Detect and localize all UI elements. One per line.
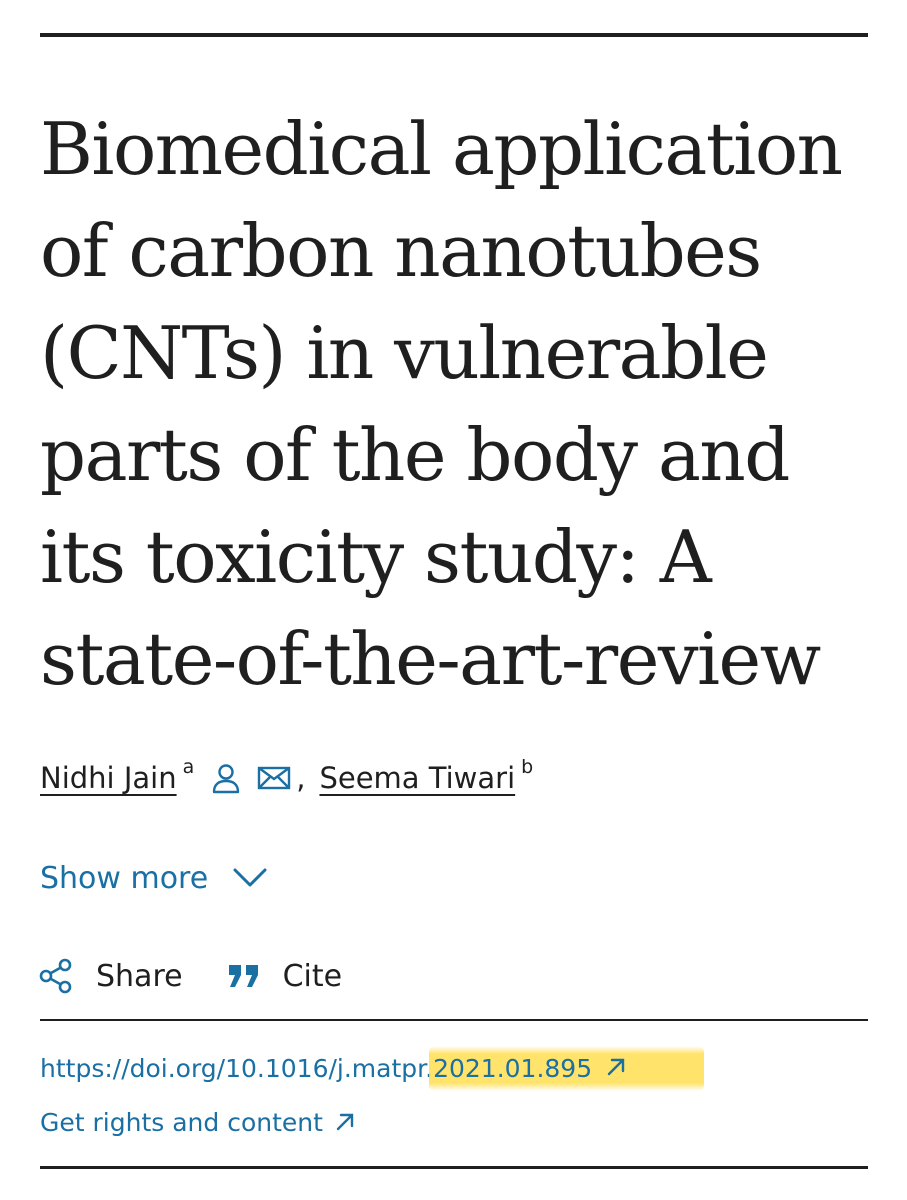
arrow-up-right-icon (335, 1112, 355, 1132)
bottom-divider (40, 1166, 868, 1169)
article-title: Biomedical application of carbon nanotub… (40, 107, 843, 701)
author-affiliation-b: b (521, 756, 534, 778)
envelope-icon[interactable] (254, 756, 294, 800)
get-rights-link[interactable]: Get rights and content (40, 1100, 355, 1144)
author-list: Nidhi Jain a , Seema Tiwari b (40, 756, 533, 800)
doi-highlight: 2021.01.895 (429, 1045, 705, 1091)
middle-divider (40, 1019, 868, 1021)
doi-link[interactable]: https://doi.org/10.1016/j.matpr. 2021.01… (40, 1045, 705, 1091)
author-affiliation-a: a (182, 756, 195, 778)
author-link-seema-tiwari[interactable]: Seema Tiwari (319, 756, 515, 800)
arrow-up-right-icon (606, 1057, 626, 1077)
get-rights-label: Get rights and content (40, 1107, 323, 1137)
doi-highlighted-text: 2021.01.895 (433, 1053, 593, 1083)
cite-label: Cite (282, 958, 343, 994)
article-actions: Share Cite (38, 952, 342, 1000)
share-label: Share (96, 958, 183, 994)
cite-button[interactable]: Cite (227, 958, 343, 994)
show-more-label: Show more (40, 860, 209, 896)
doi-prefix: https://doi.org/10.1016/j.matpr. (40, 1053, 434, 1083)
share-icon (38, 958, 74, 994)
show-more-button[interactable]: Show more (40, 856, 268, 900)
chevron-down-icon (232, 867, 268, 889)
share-button[interactable]: Share (38, 958, 183, 994)
person-icon[interactable] (206, 756, 246, 800)
author-separator: , (296, 761, 306, 795)
author-link-nidhi-jain[interactable]: Nidhi Jain (40, 756, 177, 800)
quote-icon (227, 961, 261, 991)
top-divider (40, 33, 868, 37)
